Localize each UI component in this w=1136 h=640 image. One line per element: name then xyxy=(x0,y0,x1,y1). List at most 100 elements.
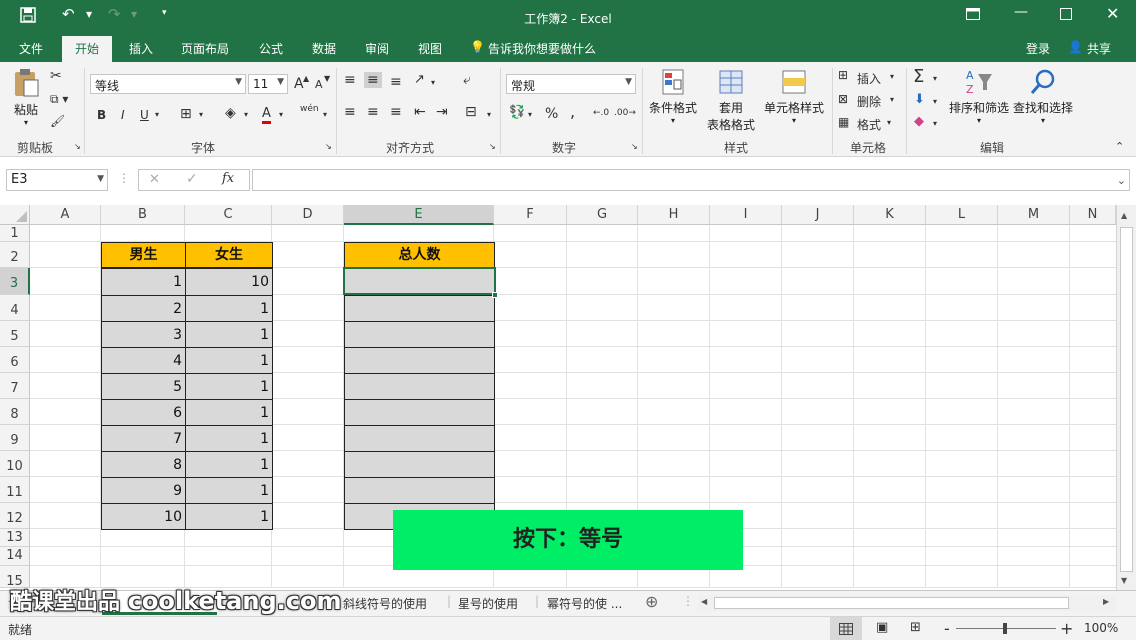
cut-icon[interactable]: ✂ xyxy=(50,68,62,84)
column-header-c[interactable]: C xyxy=(185,205,272,225)
align-left-icon[interactable]: ≡ xyxy=(344,104,356,120)
tab-view[interactable]: 视图 xyxy=(418,40,442,57)
horizontal-scrollbar[interactable]: ◀ ▶ xyxy=(698,595,1116,611)
format-as-table-button[interactable]: 套用 表格格式 xyxy=(700,68,762,133)
insert-cells-button[interactable]: 插入 xyxy=(857,70,881,87)
format-cells-button[interactable]: 格式 xyxy=(857,116,881,133)
normal-view-button[interactable] xyxy=(830,617,862,640)
cell-b6[interactable]: 4 xyxy=(101,347,186,374)
column-header-g[interactable]: G xyxy=(567,205,638,225)
insert-function-button[interactable]: fx xyxy=(222,171,234,186)
column-header-i[interactable]: I xyxy=(710,205,782,225)
cell-e6[interactable] xyxy=(344,347,495,374)
font-color-button[interactable]: A xyxy=(262,107,271,124)
decrease-indent-icon[interactable]: ⇤ xyxy=(414,104,426,120)
scroll-down-icon[interactable]: ▼ xyxy=(1121,576,1127,585)
scroll-left-icon[interactable]: ◀ xyxy=(701,597,707,606)
cell-b8[interactable]: 6 xyxy=(101,399,186,426)
row-header-1[interactable]: 1 xyxy=(0,225,30,242)
column-header-l[interactable]: L xyxy=(926,205,998,225)
align-bottom-icon[interactable]: ≡ xyxy=(390,74,402,90)
row-header-6[interactable]: 6 xyxy=(0,347,30,373)
tab-formulas[interactable]: 公式 xyxy=(259,40,283,57)
cell-c12[interactable]: 1 xyxy=(185,503,273,530)
cell-c8[interactable]: 1 xyxy=(185,399,273,426)
row-header-13[interactable]: 13 xyxy=(0,529,30,547)
tab-home[interactable]: 开始 xyxy=(62,36,113,62)
cell-b3[interactable]: 1 xyxy=(101,268,186,296)
add-sheet-icon[interactable]: ⊕ xyxy=(645,592,658,611)
autosum-dropdown-icon[interactable]: ▾ xyxy=(933,74,937,83)
font-name-select[interactable]: 等线 ▼ xyxy=(90,74,246,94)
align-center-icon[interactable]: ≡ xyxy=(367,104,379,120)
autosum-icon[interactable]: Σ xyxy=(913,66,924,87)
cell-b11[interactable]: 9 xyxy=(101,477,186,504)
column-header-e[interactable]: E xyxy=(344,205,494,225)
column-header-n[interactable]: N xyxy=(1070,205,1116,225)
name-box[interactable]: E3 ▼ xyxy=(6,169,108,191)
column-header-j[interactable]: J xyxy=(782,205,854,225)
scroll-up-icon[interactable]: ▲ xyxy=(1121,211,1127,220)
clear-icon[interactable]: ◆ xyxy=(914,114,924,129)
tab-review[interactable]: 审阅 xyxy=(365,40,389,57)
row-header-12[interactable]: 12 xyxy=(0,503,30,529)
tab-data[interactable]: 数据 xyxy=(312,40,336,57)
share-button[interactable]: 共享 xyxy=(1087,40,1111,57)
vertical-scroll-thumb[interactable] xyxy=(1120,227,1133,572)
cell-c3[interactable]: 10 xyxy=(185,268,273,296)
column-header-f[interactable]: F xyxy=(494,205,567,225)
underline-button[interactable]: U xyxy=(140,108,149,122)
align-middle-icon[interactable]: ≡ xyxy=(364,72,382,88)
font-color-dropdown-icon[interactable]: ▾ xyxy=(279,110,283,119)
tab-split-icon[interactable]: ⋮ xyxy=(682,594,694,608)
cell-e5[interactable] xyxy=(344,321,495,348)
font-launcher-icon[interactable]: ↘ xyxy=(325,142,332,151)
number-launcher-icon[interactable]: ↘ xyxy=(631,142,638,151)
row-header-2[interactable]: 2 xyxy=(0,242,30,268)
currency-dropdown-icon[interactable]: ▾ xyxy=(528,110,532,119)
formula-input[interactable]: ⌄ xyxy=(252,169,1130,191)
cell-c5[interactable]: 1 xyxy=(185,321,273,348)
increase-decimal-icon[interactable]: ←.0 xyxy=(593,108,609,118)
insert-dropdown-icon[interactable]: ▾ xyxy=(890,72,894,81)
cell-c6[interactable]: 1 xyxy=(185,347,273,374)
row-header-9[interactable]: 9 xyxy=(0,425,30,451)
border-icon[interactable]: ⊞ xyxy=(180,106,192,122)
conditional-format-button[interactable]: 条件格式 ▾ xyxy=(646,68,700,125)
column-header-m[interactable]: M xyxy=(998,205,1070,225)
minimize-icon[interactable]: — xyxy=(1014,4,1028,20)
decrease-decimal-icon[interactable]: .00→ xyxy=(614,108,636,118)
cell-e4[interactable] xyxy=(344,295,495,322)
zoom-out-button[interactable]: - xyxy=(944,619,950,638)
zoom-level[interactable]: 100% xyxy=(1084,621,1118,635)
currency-icon[interactable]: 💱 xyxy=(509,105,525,120)
merge-dropdown-icon[interactable]: ▾ xyxy=(487,110,491,119)
sheet-tab-3[interactable]: 幂符号的使 ... xyxy=(547,595,622,612)
cell-c10[interactable]: 1 xyxy=(185,451,273,478)
percent-button[interactable]: % xyxy=(545,106,558,122)
fill-color-dropdown-icon[interactable]: ▾ xyxy=(244,110,248,119)
column-header-d[interactable]: D xyxy=(272,205,344,225)
copy-icon[interactable]: ⧉ ▾ xyxy=(50,92,68,107)
page-break-view-icon[interactable]: ⊞ xyxy=(910,620,921,635)
format-dropdown-icon[interactable]: ▾ xyxy=(887,118,891,127)
cell-c9[interactable]: 1 xyxy=(185,425,273,452)
cell-b12[interactable]: 10 xyxy=(101,503,186,530)
sheet-tab-2[interactable]: 星号的使用 xyxy=(458,595,518,612)
underline-dropdown-icon[interactable]: ▾ xyxy=(155,110,159,119)
bold-button[interactable]: B xyxy=(97,108,106,122)
italic-button[interactable]: I xyxy=(121,108,125,122)
fill-color-icon[interactable]: ◈ xyxy=(225,105,236,121)
orientation-dropdown-icon[interactable]: ▾ xyxy=(431,78,435,87)
login-link[interactable]: 登录 xyxy=(1026,40,1050,57)
increase-indent-icon[interactable]: ⇥ xyxy=(436,104,448,120)
column-header-a[interactable]: A xyxy=(30,205,101,225)
zoom-slider-thumb[interactable] xyxy=(1003,623,1007,634)
scroll-right-icon[interactable]: ▶ xyxy=(1103,597,1109,606)
merge-center-icon[interactable]: ⊟ xyxy=(465,104,477,120)
find-select-button[interactable]: 查找和选择 ▾ xyxy=(1012,68,1074,125)
cell-e8[interactable] xyxy=(344,399,495,426)
row-header-3[interactable]: 3 xyxy=(0,268,30,295)
sheet-tab-1[interactable]: 斜线符号的使用 xyxy=(343,595,427,612)
column-header-h[interactable]: H xyxy=(638,205,710,225)
